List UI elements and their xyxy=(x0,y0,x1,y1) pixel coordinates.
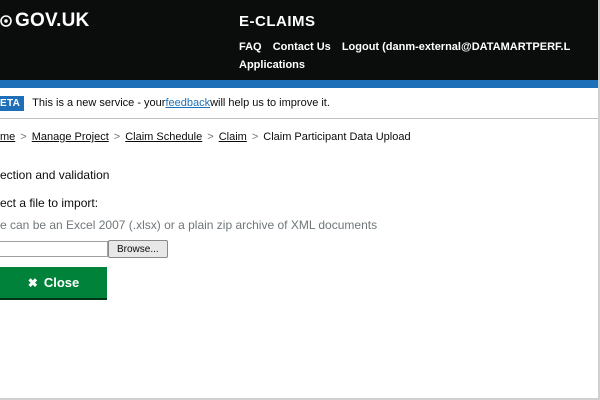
breadcrumb-separator: > xyxy=(207,131,214,143)
govuk-logo[interactable]: GOV.UK xyxy=(0,10,89,32)
file-select-label: ect a file to import: xyxy=(0,196,99,210)
crown-icon xyxy=(0,15,12,27)
header-rule xyxy=(0,80,600,88)
breadcrumb-separator: > xyxy=(113,131,121,143)
close-button-label: Close xyxy=(43,275,80,290)
nav-row-1: FAQ Contact Us Logout (danm-external@DAT… xyxy=(239,38,600,56)
browse-button[interactable]: Browse... xyxy=(108,240,168,258)
breadcrumb-separator: > xyxy=(20,131,27,143)
beta-banner: ETA This is a new service - your feedbac… xyxy=(0,92,600,114)
nav-faq-link[interactable]: FAQ xyxy=(239,41,262,53)
breadcrumb-claim[interactable]: Claim xyxy=(219,131,247,143)
breadcrumb-home[interactable]: me xyxy=(0,131,15,143)
page: GOV.UK E-CLAIMS FAQ Contact Us Logout (d… xyxy=(0,0,600,400)
breadcrumb: me > Manage Project > Claim Schedule > Claim > C… xyxy=(0,131,411,143)
beta-text-before: This is a new service - your xyxy=(32,97,166,109)
breadcrumb-claim-schedule[interactable]: Claim Schedule xyxy=(125,131,202,143)
file-input[interactable]: Browse... xyxy=(0,240,168,258)
file-hint: e can be an Excel 2007 (.xlsx) or a plai… xyxy=(0,218,378,232)
nav-logout-link[interactable]: Logout (danm-external@DATAMARTPERF.L xyxy=(342,41,570,53)
file-path-field[interactable] xyxy=(0,241,108,257)
logo-text: GOV.UK xyxy=(15,10,90,31)
breadcrumb-manage-project[interactable]: Manage Project xyxy=(32,131,109,143)
close-button[interactable]: ✖ Close xyxy=(0,267,107,298)
header: GOV.UK E-CLAIMS FAQ Contact Us Logout (d… xyxy=(0,0,600,80)
section-title: ection and validation xyxy=(0,168,110,182)
breadcrumb-current: Claim Participant Data Upload xyxy=(263,131,411,143)
service-name[interactable]: E-CLAIMS xyxy=(239,13,316,30)
nav-row-2: Applications xyxy=(239,56,600,74)
breadcrumb-separator: > xyxy=(251,131,259,143)
banner-divider xyxy=(0,118,600,119)
beta-text-after: will help us to improve it. xyxy=(210,97,330,109)
close-icon: ✖ xyxy=(27,275,38,290)
nav-contact-link[interactable]: Contact Us xyxy=(273,41,331,53)
beta-tag: ETA xyxy=(0,95,25,111)
nav-applications-link[interactable]: Applications xyxy=(239,59,305,71)
feedback-link[interactable]: feedback xyxy=(165,97,210,109)
header-nav: FAQ Contact Us Logout (danm-external@DAT… xyxy=(239,38,600,74)
